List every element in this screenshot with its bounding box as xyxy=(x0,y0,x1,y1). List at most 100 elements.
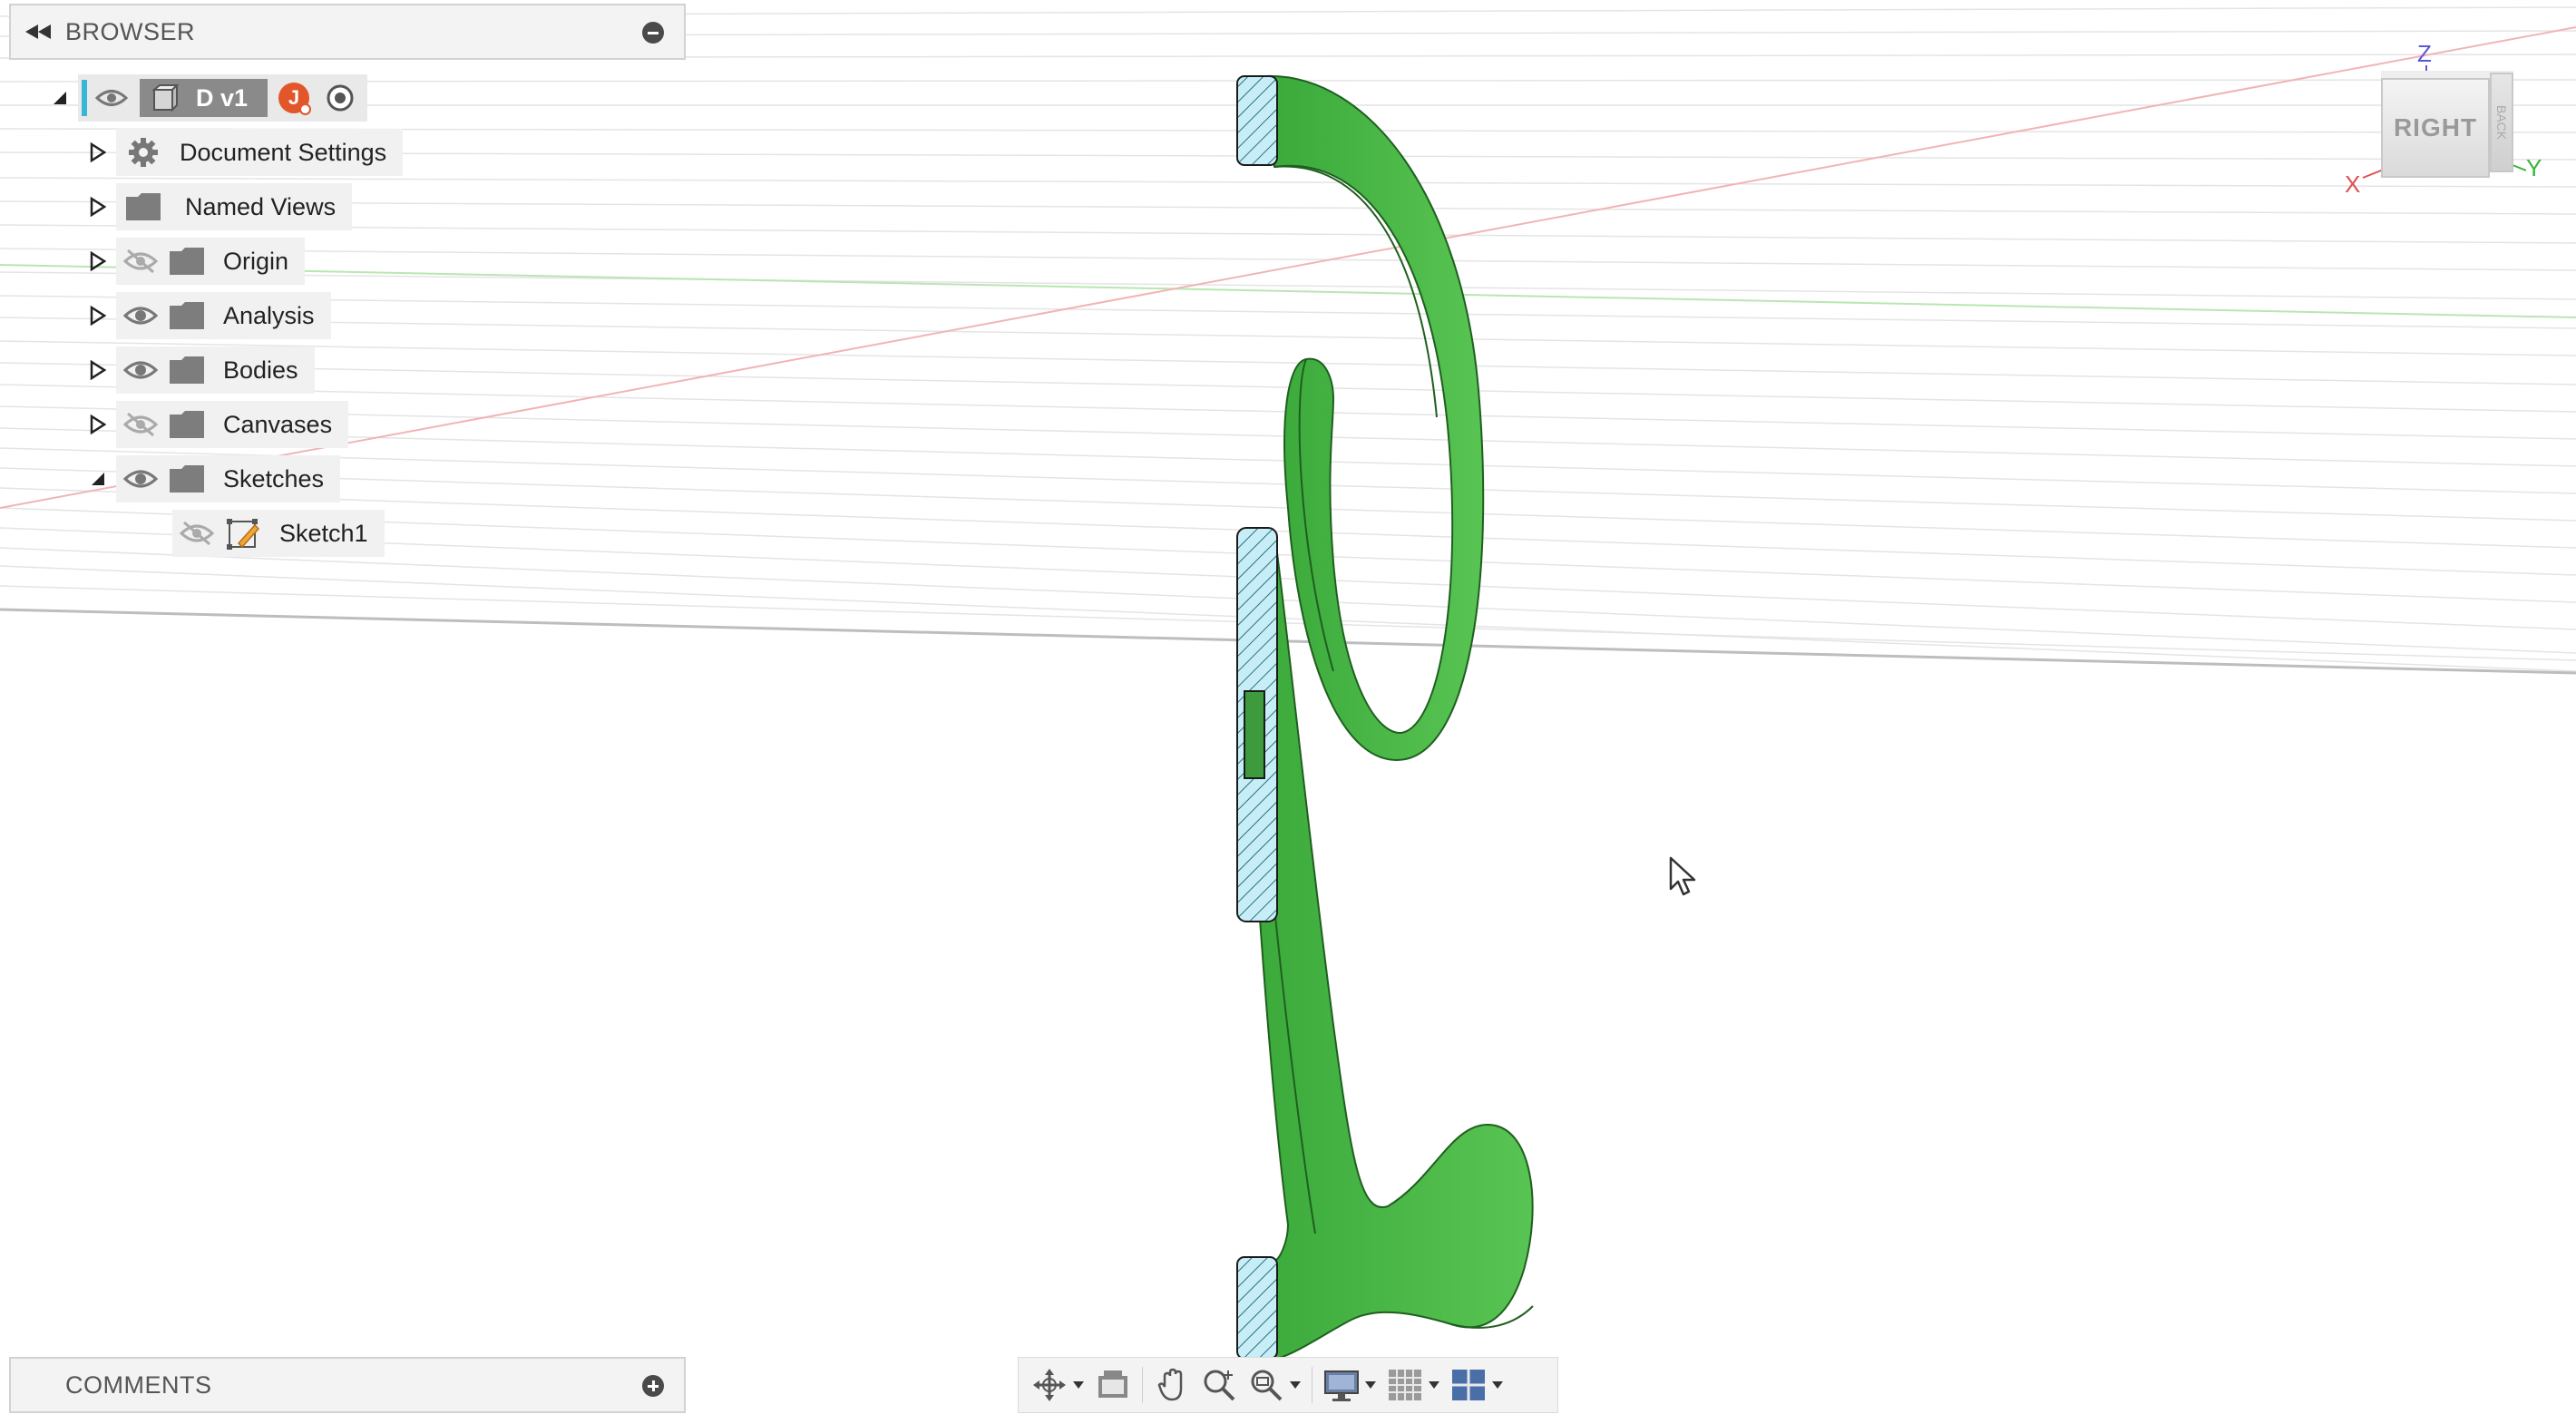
toolbar-separator xyxy=(1142,1367,1143,1403)
look-at-button[interactable] xyxy=(1089,1360,1137,1410)
triangle-expanded-icon xyxy=(92,473,104,485)
triangle-collapsed-icon xyxy=(90,360,106,380)
tree-label: Bodies xyxy=(223,356,298,384)
visibility-toggle[interactable] xyxy=(116,238,165,285)
triangle-collapsed-icon xyxy=(90,415,106,434)
activate-radio-icon[interactable] xyxy=(326,83,355,112)
axis-y-label: Y xyxy=(2526,154,2542,181)
visibility-toggle[interactable] xyxy=(116,455,165,502)
chevron-down-icon xyxy=(1429,1381,1439,1389)
folder-icon xyxy=(170,248,204,275)
tree-root-row[interactable]: D v1 J xyxy=(42,73,368,123)
eye-icon xyxy=(95,90,128,106)
expand-toggle[interactable] xyxy=(80,290,116,341)
eye-icon xyxy=(122,361,159,379)
tree-row-bodies[interactable]: Bodies xyxy=(80,345,315,395)
eye-icon xyxy=(122,307,159,325)
look-at-icon xyxy=(1098,1370,1127,1398)
expand-toggle[interactable] xyxy=(80,127,116,178)
section-faces xyxy=(1236,75,1278,1360)
minimize-browser-button[interactable] xyxy=(642,22,664,44)
grid-settings-button[interactable] xyxy=(1381,1360,1445,1410)
y-axis-line xyxy=(0,264,2576,318)
grid-icon xyxy=(1389,1370,1421,1400)
visibility-toggle[interactable] xyxy=(116,401,165,448)
expand-toggle[interactable] xyxy=(80,454,116,504)
folder-icon xyxy=(170,356,204,384)
visibility-toggle[interactable] xyxy=(172,510,221,557)
comments-panel[interactable]: COMMENTS xyxy=(9,1357,686,1413)
tree-label: Sketches xyxy=(223,464,325,493)
pan-button[interactable] xyxy=(1148,1360,1195,1410)
folder-icon xyxy=(170,411,204,438)
gear-icon xyxy=(129,138,158,167)
tree-label: Named Views xyxy=(185,192,337,220)
cube-face-right[interactable]: RIGHT xyxy=(2381,78,2490,178)
chevron-down-icon xyxy=(1492,1381,1503,1389)
mouse-cursor-icon xyxy=(1669,856,1696,896)
folder-icon xyxy=(126,193,161,220)
display-settings-icon xyxy=(1324,1370,1359,1401)
component-name: D v1 xyxy=(196,83,249,112)
add-comment-button[interactable] xyxy=(642,1375,664,1397)
tree-row-analysis[interactable]: Analysis xyxy=(80,290,331,341)
browser-title: BROWSER xyxy=(65,17,196,45)
triangle-collapsed-icon xyxy=(90,197,106,217)
tree-label: Analysis xyxy=(223,301,315,329)
visibility-toggle[interactable] xyxy=(87,74,136,122)
display-settings-button[interactable] xyxy=(1318,1360,1381,1410)
tree-row-document-settings[interactable]: Document Settings xyxy=(80,127,404,178)
chevron-down-icon xyxy=(1365,1381,1376,1389)
eye-icon xyxy=(122,470,159,488)
zoom-button[interactable] xyxy=(1195,1360,1243,1410)
tree-label: Canvases xyxy=(223,410,333,438)
tree-row-canvases[interactable]: Canvases xyxy=(80,399,349,450)
comments-title: COMMENTS xyxy=(65,1370,212,1399)
tree-row-sketches[interactable]: Sketches xyxy=(80,454,341,504)
tree-label: Origin xyxy=(223,247,289,275)
tree-row-origin[interactable]: Origin xyxy=(80,236,306,287)
expand-toggle[interactable] xyxy=(80,345,116,395)
cube-face-back[interactable]: BACK xyxy=(2490,73,2513,172)
pan-hand-icon xyxy=(1157,1368,1183,1401)
eye-hidden-icon xyxy=(179,521,215,546)
tree-label: Sketch1 xyxy=(279,519,368,547)
tree-row-named-views[interactable]: Named Views xyxy=(80,181,353,232)
chevron-down-icon xyxy=(1073,1381,1084,1389)
expand-toggle[interactable] xyxy=(42,73,78,123)
zoom-icon xyxy=(1204,1370,1235,1401)
orbit-button[interactable] xyxy=(1026,1360,1089,1410)
folder-icon xyxy=(170,465,204,493)
navigation-toolbar xyxy=(1018,1357,1558,1413)
3d-viewport[interactable] xyxy=(0,0,2576,1424)
expand-toggle[interactable] xyxy=(80,181,116,232)
expand-toggle[interactable] xyxy=(80,399,116,450)
viewports-button[interactable] xyxy=(1445,1360,1508,1410)
zoom-window-icon xyxy=(1251,1370,1283,1401)
tree-row-sketch1[interactable]: Sketch1 xyxy=(172,508,385,559)
folder-icon xyxy=(170,302,204,329)
eye-hidden-icon xyxy=(122,412,159,437)
expand-toggle[interactable] xyxy=(80,236,116,287)
visibility-toggle[interactable] xyxy=(116,292,165,339)
component-name-badge[interactable]: D v1 xyxy=(140,79,268,117)
triangle-collapsed-icon xyxy=(90,142,106,162)
component-icon xyxy=(151,84,180,112)
chevron-down-icon xyxy=(1290,1381,1301,1389)
eye-hidden-icon xyxy=(122,249,159,274)
tree-label: Document Settings xyxy=(180,138,387,166)
orbit-icon xyxy=(1033,1369,1066,1401)
collapse-panel-button[interactable] xyxy=(11,5,65,58)
browser-panel-header: BROWSER xyxy=(9,4,686,60)
triangle-collapsed-icon xyxy=(90,306,106,326)
triangle-collapsed-icon xyxy=(90,251,106,271)
visibility-toggle[interactable] xyxy=(116,346,165,394)
zoom-window-button[interactable] xyxy=(1243,1360,1306,1410)
user-avatar[interactable]: J xyxy=(278,83,312,115)
double-chevron-left-icon xyxy=(25,24,51,39)
axis-x-label: X xyxy=(2345,171,2361,198)
triangle-expanded-icon xyxy=(54,92,66,104)
viewports-icon xyxy=(1452,1370,1485,1400)
view-cube[interactable]: Z RIGHT BACK X Y xyxy=(2345,36,2542,200)
sketch-icon xyxy=(227,519,260,550)
